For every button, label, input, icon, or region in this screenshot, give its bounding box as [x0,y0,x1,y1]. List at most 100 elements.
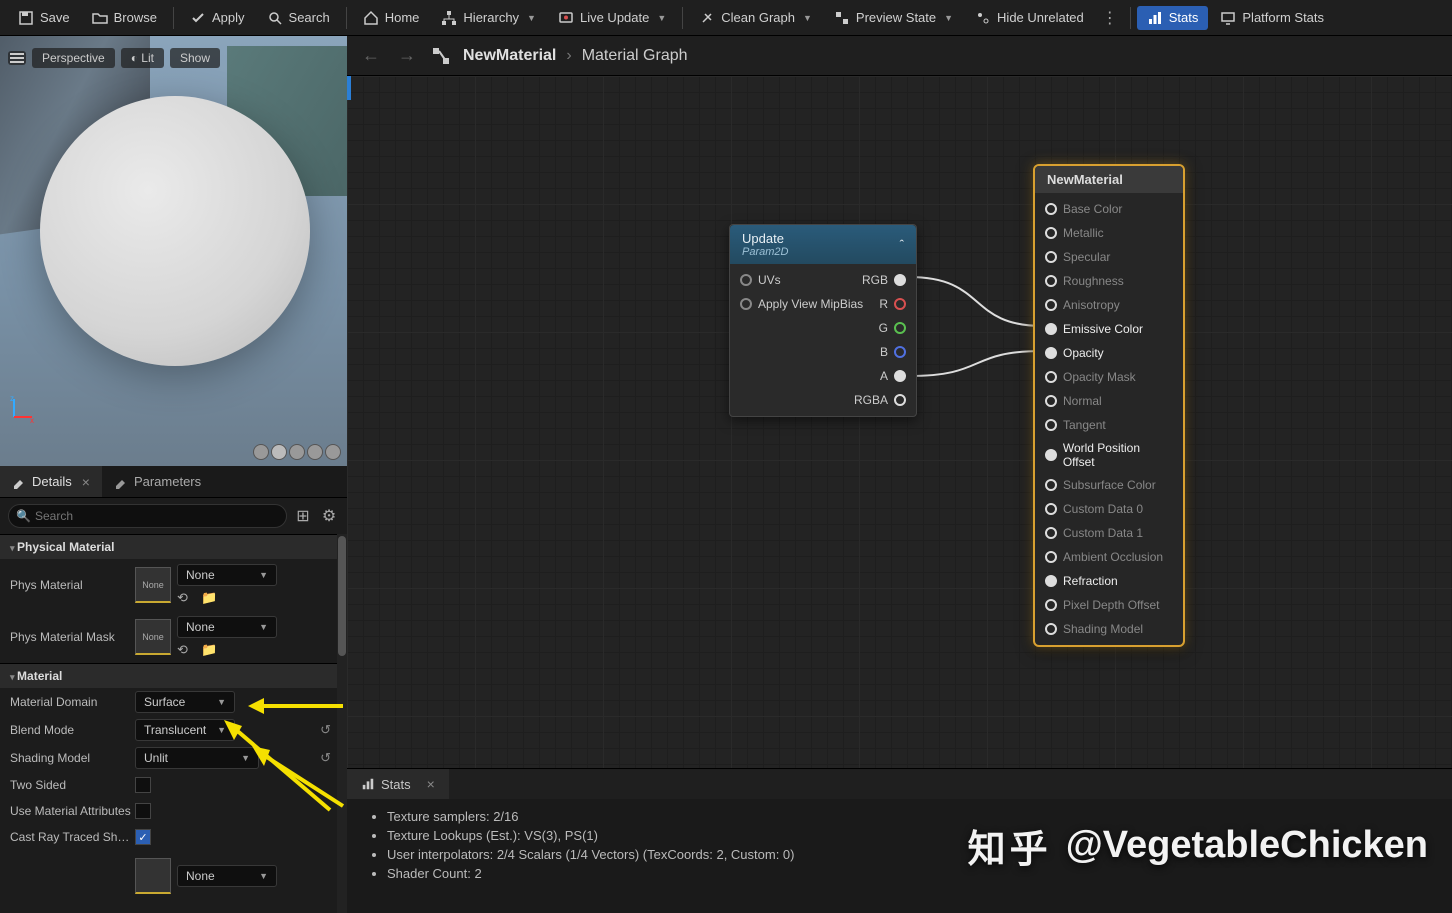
input-pin[interactable] [1045,479,1057,491]
asset-thumbnail[interactable]: None [135,619,171,655]
collapse-icon[interactable]: ˆ [900,237,904,252]
close-icon[interactable]: × [82,474,90,490]
hide-unrelated-button[interactable]: Hide Unrelated [965,6,1094,30]
output-pin-g[interactable] [894,322,906,334]
material-input-pin[interactable]: Custom Data 1 [1035,521,1183,545]
nav-forward-icon[interactable]: → [395,44,419,68]
browse-button[interactable]: Browse [82,6,167,30]
material-graph-canvas[interactable]: UpdateParam2D ˆ UVsRGB Apply View MipBia… [347,76,1452,768]
use-selected-icon[interactable]: ⟲ [177,590,195,606]
viewport-perspective-button[interactable]: Perspective [32,48,115,68]
input-pin[interactable] [1045,395,1057,407]
output-pin-r[interactable] [894,298,906,310]
scrollbar-thumb[interactable] [338,536,346,656]
material-input-pin[interactable]: Specular [1035,245,1183,269]
phys-material-dropdown[interactable]: None▼ [177,564,277,586]
live-update-button[interactable]: Live Update▼ [548,6,676,30]
output-pin-a[interactable] [894,370,906,382]
material-input-pin[interactable]: Roughness [1035,269,1183,293]
input-pin[interactable] [1045,575,1057,587]
material-input-pin[interactable]: Base Color [1035,197,1183,221]
apply-button[interactable]: Apply [180,6,255,30]
asset-thumbnail[interactable] [135,858,171,894]
input-pin[interactable] [1045,551,1057,563]
material-input-pin[interactable]: Opacity Mask [1035,365,1183,389]
input-pin[interactable] [1045,323,1057,335]
input-pin[interactable] [1045,203,1057,215]
tab-stats[interactable]: Stats× [347,769,449,799]
material-input-pin[interactable]: Subsurface Color [1035,473,1183,497]
blend-mode-dropdown[interactable]: Translucent▼ [135,719,235,741]
material-domain-dropdown[interactable]: Surface▼ [135,691,235,713]
settings-gear-icon[interactable]: ⚙ [319,506,339,526]
node-header[interactable]: UpdateParam2D ˆ [730,225,916,264]
close-icon[interactable]: × [427,776,435,792]
search-button[interactable]: Search [257,6,340,30]
output-pin-rgb[interactable] [894,274,906,286]
reset-icon[interactable]: ↺ [320,750,337,766]
breadcrumb-material[interactable]: NewMaterial [463,47,556,65]
asset-dropdown[interactable]: None▼ [177,865,277,887]
asset-thumbnail[interactable]: None [135,567,171,603]
shape-plane[interactable] [289,444,305,460]
toolbar-overflow[interactable]: ⋮ [1096,8,1124,28]
two-sided-checkbox[interactable] [135,777,151,793]
tab-parameters[interactable]: Parameters [102,466,213,497]
browse-asset-icon[interactable]: 📁 [201,590,219,606]
viewport-lit-button[interactable]: ◐ Lit [121,48,164,68]
material-input-pin[interactable]: Metallic [1035,221,1183,245]
material-input-pin[interactable]: Anisotropy [1035,293,1183,317]
category-material[interactable]: Material [0,663,347,688]
viewport-show-button[interactable]: Show [170,48,220,68]
platform-stats-button[interactable]: Platform Stats [1210,6,1334,30]
input-pin[interactable] [1045,623,1057,635]
input-pin[interactable] [1045,599,1057,611]
input-pin[interactable] [1045,299,1057,311]
input-pin[interactable] [1045,251,1057,263]
save-button[interactable]: Save [8,6,80,30]
view-options-icon[interactable]: ⊞ [293,506,313,526]
clean-graph-button[interactable]: Clean Graph▼ [689,6,822,30]
hierarchy-button[interactable]: Hierarchy▼ [431,6,546,30]
category-physical-material[interactable]: Physical Material [0,534,347,559]
reset-icon[interactable]: ↺ [320,722,337,738]
preview-state-button[interactable]: Preview State▼ [824,6,963,30]
stats-button[interactable]: Stats [1137,6,1209,30]
material-input-pin[interactable]: Refraction [1035,569,1183,593]
input-pin[interactable] [1045,449,1057,461]
input-pin[interactable] [1045,371,1057,383]
details-search-input[interactable] [8,504,287,528]
input-pin[interactable] [1045,527,1057,539]
material-input-pin[interactable]: World Position Offset [1035,437,1183,473]
material-input-pin[interactable]: Emissive Color [1035,317,1183,341]
nav-back-icon[interactable]: ← [359,44,383,68]
material-input-pin[interactable]: Opacity [1035,341,1183,365]
use-selected-icon[interactable]: ⟲ [177,642,195,658]
material-input-pin[interactable]: Shading Model [1035,617,1183,641]
tab-details[interactable]: Details× [0,466,102,497]
output-pin-b[interactable] [894,346,906,358]
shape-cylinder[interactable] [253,444,269,460]
viewport-menu-icon[interactable] [8,51,26,65]
shape-sphere[interactable] [271,444,287,460]
material-input-pin[interactable]: Pixel Depth Offset [1035,593,1183,617]
node-param2d[interactable]: UpdateParam2D ˆ UVsRGB Apply View MipBia… [729,224,917,417]
input-pin[interactable] [740,298,752,310]
input-pin[interactable] [1045,275,1057,287]
input-pin[interactable] [1045,227,1057,239]
use-material-attributes-checkbox[interactable] [135,803,151,819]
phys-material-mask-dropdown[interactable]: None▼ [177,616,277,638]
material-input-pin[interactable]: Normal [1035,389,1183,413]
browse-asset-icon[interactable]: 📁 [201,642,219,658]
material-input-pin[interactable]: Ambient Occlusion [1035,545,1183,569]
input-pin[interactable] [1045,503,1057,515]
shape-custom[interactable] [325,444,341,460]
home-button[interactable]: Home [353,6,430,30]
output-pin-rgba[interactable] [894,394,906,406]
material-input-pin[interactable]: Tangent [1035,413,1183,437]
cast-ray-traced-checkbox[interactable] [135,829,151,845]
input-pin[interactable] [1045,419,1057,431]
material-preview-viewport[interactable]: Perspective ◐ Lit Show zx [0,36,347,466]
shading-model-dropdown[interactable]: Unlit▼ [135,747,259,769]
input-pin[interactable] [1045,347,1057,359]
